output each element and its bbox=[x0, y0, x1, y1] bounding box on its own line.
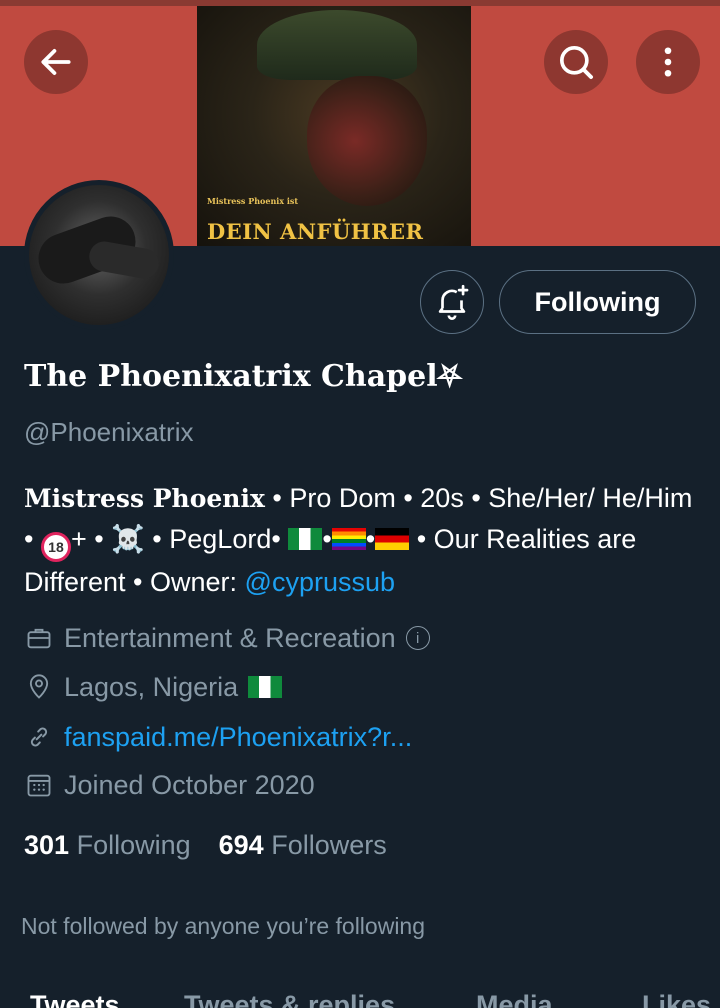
followers-label: Followers bbox=[271, 830, 387, 860]
nigeria-flag-icon bbox=[288, 528, 323, 550]
search-button[interactable] bbox=[544, 30, 608, 94]
owner-mention-link[interactable]: @cyprussub bbox=[245, 567, 395, 597]
followers-stat[interactable]: 694 Followers bbox=[219, 830, 387, 860]
not-followed-notice: Not followed by anyone you’re following bbox=[21, 913, 426, 939]
avatar[interactable] bbox=[24, 180, 174, 330]
poster-small-text: Mistress Phoenix ist bbox=[207, 196, 299, 206]
back-button[interactable] bbox=[24, 30, 88, 94]
profile-handle: @Phoenixatrix bbox=[24, 417, 194, 447]
profile-bio: Mistress Phoenix • Pro Dom • 20s • She/H… bbox=[24, 483, 693, 597]
nigeria-flag-icon bbox=[248, 676, 283, 698]
germany-flag-icon bbox=[375, 528, 410, 550]
info-icon[interactable]: i bbox=[405, 626, 430, 650]
website-link[interactable]: fanspaid.me/Phoenixatrix?r... bbox=[64, 722, 412, 753]
category-text: Entertainment & Recreation bbox=[64, 622, 396, 653]
joined-text: Joined October 2020 bbox=[64, 769, 315, 800]
bio-name: Mistress Phoenix bbox=[24, 484, 265, 513]
age-18-icon: 18 bbox=[40, 532, 71, 562]
avatar-image-shape bbox=[86, 239, 162, 281]
website-row: fanspaid.me/Phoenixatrix?r... bbox=[24, 720, 412, 754]
profile-tabs: Tweets Tweets & replies Media Likes bbox=[0, 986, 720, 1008]
more-vertical-icon bbox=[664, 47, 672, 77]
follow-stats: 301 Following 694 Followers bbox=[24, 830, 387, 861]
following-label: Following bbox=[76, 830, 191, 860]
joined-row: Joined October 2020 bbox=[24, 768, 315, 802]
banner-poster-image: Mistress Phoenix ist DEIN ANFÜHRER bbox=[197, 6, 471, 246]
poster-face-shape bbox=[307, 76, 427, 206]
category-row: Entertainment & Recreation i bbox=[24, 621, 430, 655]
link-icon bbox=[24, 722, 54, 752]
location-row: Lagos, Nigeria bbox=[24, 670, 283, 704]
rainbow-flag-icon bbox=[331, 528, 366, 550]
profile-name: The Phoenixatrix Chapel⛧ bbox=[24, 359, 462, 394]
tab-tweets[interactable]: Tweets bbox=[30, 990, 120, 1008]
bio-text: + • ☠️ • PegLord• bbox=[70, 524, 289, 554]
tab-likes[interactable]: Likes bbox=[642, 990, 711, 1008]
following-stat[interactable]: 301 Following bbox=[24, 830, 191, 860]
location-pin-icon bbox=[24, 672, 54, 702]
poster-cap-shape bbox=[257, 10, 417, 80]
tab-tweets-and-replies[interactable]: Tweets & replies bbox=[184, 990, 395, 1008]
poster-big-text: DEIN ANFÜHRER bbox=[207, 219, 424, 244]
location-text: Lagos, Nigeria bbox=[64, 671, 239, 702]
more-options-button[interactable] bbox=[636, 30, 700, 94]
calendar-icon bbox=[24, 770, 54, 800]
search-icon bbox=[560, 46, 593, 79]
tab-media[interactable]: Media bbox=[476, 990, 553, 1008]
briefcase-icon bbox=[24, 623, 54, 653]
notifications-button[interactable] bbox=[420, 270, 484, 334]
arrow-left-icon bbox=[41, 49, 71, 75]
bell-plus-icon bbox=[438, 284, 469, 320]
followers-count: 694 bbox=[218, 830, 264, 860]
following-button[interactable]: Following bbox=[499, 270, 696, 334]
following-count: 301 bbox=[24, 830, 70, 860]
